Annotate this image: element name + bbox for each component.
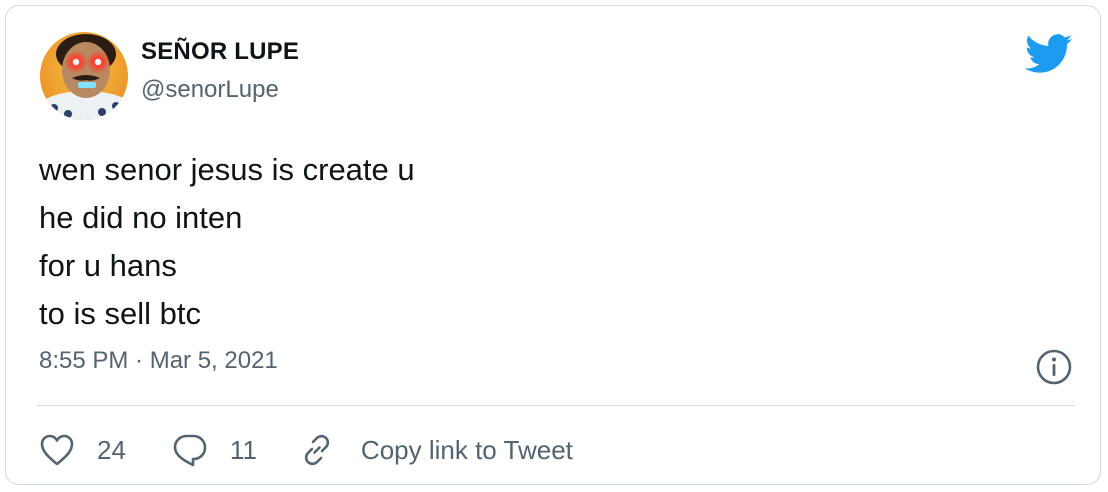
reply-bubble-icon [173, 434, 207, 467]
like-button[interactable]: 24 [39, 433, 126, 467]
twitter-bird-icon[interactable] [1024, 34, 1073, 74]
author-display-name[interactable]: SEÑOR LUPE [141, 38, 299, 66]
reply-button[interactable]: 11 [172, 432, 257, 468]
link-icon [304, 434, 330, 466]
tweet-actions: 24 11 Copy link to Tweet [39, 426, 573, 474]
tweet-text: wen senor jesus is create u he did no in… [39, 146, 415, 338]
like-count: 24 [97, 434, 126, 465]
tweet-text-line: for u hans [39, 248, 177, 283]
reply-count: 11 [229, 434, 257, 465]
laser-eyes-avatar-image [40, 32, 128, 120]
heart-icon [40, 434, 74, 466]
copy-link-button[interactable]: Copy link to Tweet [299, 432, 573, 468]
info-icon[interactable] [1035, 348, 1073, 386]
tweet-card: SEÑOR LUPE @senorLupe wen senor jesus is… [5, 5, 1101, 485]
tweet-text-line: he did no inten [39, 200, 243, 235]
copy-link-label: Copy link to Tweet [360, 434, 573, 465]
author-avatar[interactable] [40, 32, 128, 120]
divider [37, 405, 1074, 406]
author-handle[interactable]: @senorLupe [141, 76, 279, 104]
tweet-text-line: to is sell btc [39, 296, 201, 331]
tweet-text-line: wen senor jesus is create u [39, 152, 415, 187]
tweet-timestamp[interactable]: 8:55 PM · Mar 5, 2021 [39, 347, 278, 375]
